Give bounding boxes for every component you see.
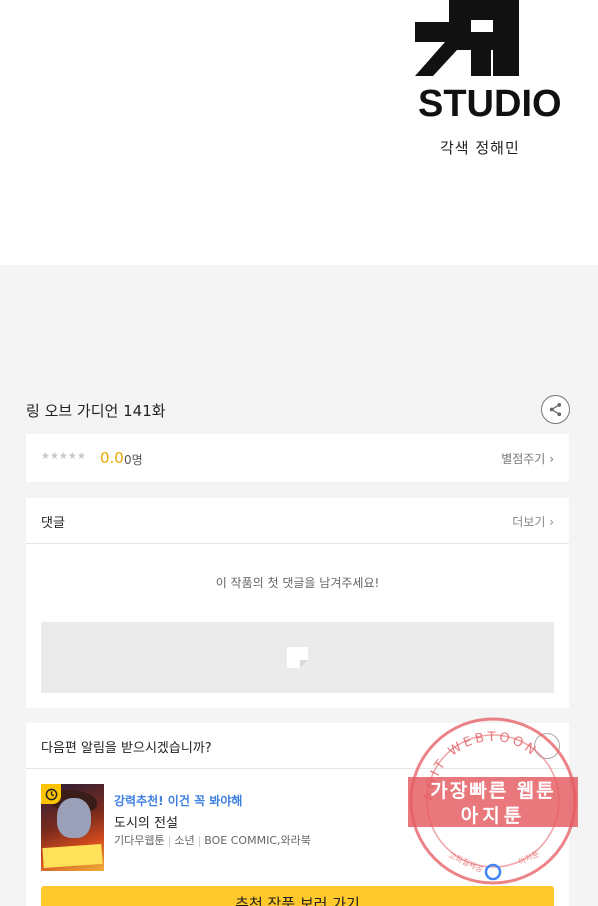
comment-title: 댓글 <box>41 516 65 531</box>
close-icon[interactable] <box>534 733 560 759</box>
rating-card: ★★★★★ 0.0 0명 별점주기 › <box>26 434 569 482</box>
thumbnail-title-art <box>42 843 103 869</box>
rating-stars[interactable]: ★★★★★ <box>41 451 86 462</box>
chevron-right-icon: › <box>549 515 554 529</box>
comment-input-box[interactable] <box>41 622 554 693</box>
studio-logo-mark <box>415 0 519 76</box>
comments-more-link[interactable]: 더보기 › <box>512 513 554 530</box>
adaptation-credit: 각색 정해민 <box>440 139 520 157</box>
meta-type: 기다무웹툰 <box>114 834 165 847</box>
notify-question: 다음편 알림을 받으시겠습니까? <box>41 741 212 756</box>
share-icon <box>549 402 562 417</box>
notify-header: 다음편 알림을 받으시겠습니까? <box>26 723 569 769</box>
rating-score: 0.0 <box>100 449 124 467</box>
rate-link[interactable]: 별점주기 › <box>501 450 554 467</box>
recommendation-tag: 강력추천! 이건 꼭 봐야해 <box>114 794 243 808</box>
studio-logo-text: STUDIO <box>418 83 562 125</box>
share-button[interactable] <box>541 395 570 424</box>
episode-title: 링 오브 가디언 141화 <box>26 402 166 420</box>
rating-count: 0명 <box>124 453 143 467</box>
recommendation-button[interactable]: 추천 작품 보러 가기 <box>41 886 554 906</box>
chat-placeholder-icon <box>287 647 308 668</box>
comment-header: 댓글 더보기 › <box>26 498 569 544</box>
recommendation-thumbnail[interactable] <box>41 784 104 871</box>
notify-card: 다음편 알림을 받으시겠습니까? 강력추천! 이건 꼭 봐야해 도시의 전설 기… <box>26 723 569 906</box>
comment-card: 댓글 더보기 › 이 작품의 첫 댓글을 남겨주세요! <box>26 498 569 708</box>
meta-genre: 소년 <box>174 834 195 847</box>
empty-comments-message: 이 작품의 첫 댓글을 남겨주세요! <box>215 576 380 590</box>
episode-image-end: STUDIO 각색 정해민 <box>0 0 598 265</box>
meta-publisher: BOE COMMIC,와라북 <box>204 834 311 847</box>
more-link-label: 더보기 <box>512 515 546 529</box>
clock-icon <box>41 784 61 804</box>
chevron-right-icon: › <box>549 452 554 466</box>
rate-link-label: 별점주기 <box>501 452 546 466</box>
recommendation-title[interactable]: 도시의 전설 <box>114 812 178 831</box>
recommendation-meta: 기다무웹툰 | 소년 | BOE COMMIC,와라북 <box>114 834 311 847</box>
